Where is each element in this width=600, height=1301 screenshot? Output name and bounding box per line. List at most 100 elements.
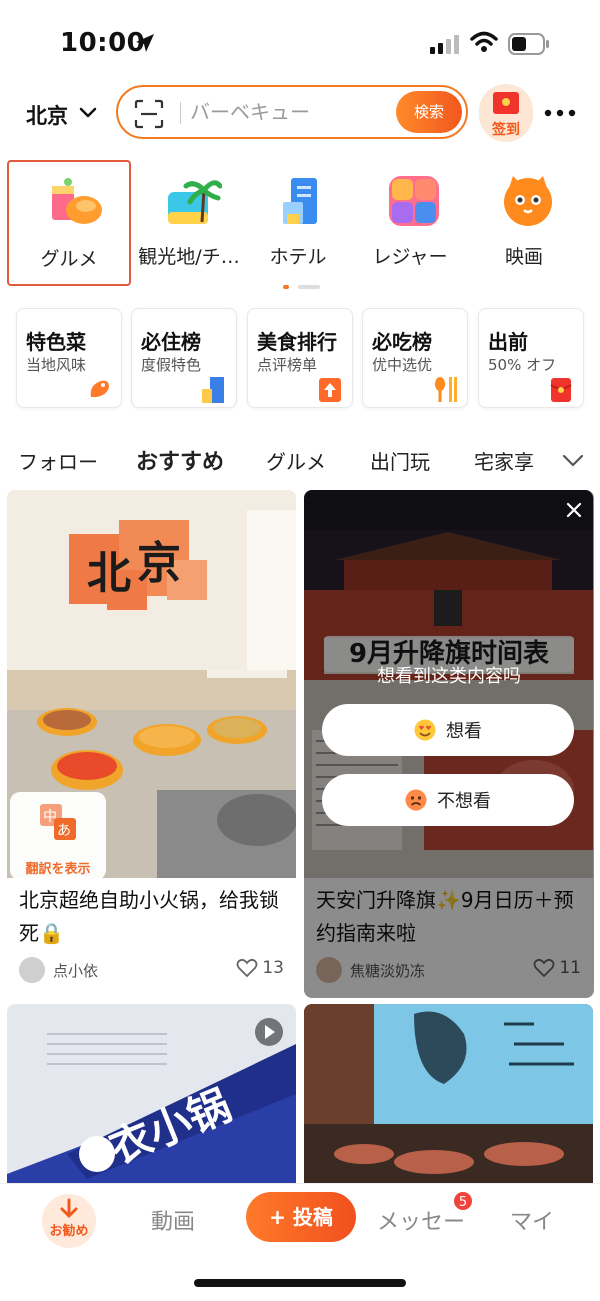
feed-card[interactable]: 北 京 北京超绝自助小火锅，给我锁死🔒 点小依 13 — [7, 490, 296, 998]
quick-card-subtitle: 50% オフ — [488, 356, 557, 374]
feed-card[interactable]: 衣小锅 — [7, 1004, 296, 1184]
quick-card-subtitle: 当地风味 — [26, 356, 87, 374]
search-bar[interactable]: 検索 — [116, 85, 468, 139]
down-arrow-icon — [60, 1198, 78, 1218]
signin-button[interactable]: 签到 — [479, 84, 533, 142]
heart-icon — [236, 958, 258, 978]
palm-tree-icon — [168, 180, 222, 224]
shrimp-icon — [90, 380, 109, 397]
tab-go-out[interactable]: 出门玩 — [370, 446, 430, 475]
quick-card-title: 出前 — [488, 330, 528, 354]
quick-card-title: 美食排行 — [257, 330, 337, 354]
post-label: 投稿 — [292, 1205, 333, 1229]
nav-messages[interactable]: メッセー — [377, 1204, 465, 1236]
status-time: 10:00 — [60, 28, 146, 58]
tab-label: フォロー — [18, 450, 98, 474]
tab-label: おすすめ — [136, 450, 225, 475]
feed-tabs: フォロー おすすめ グルメ 出门玩 宅家享 — [0, 440, 600, 484]
feed-card[interactable] — [304, 1004, 593, 1184]
status-bar: 10:00 — [0, 0, 600, 88]
cat-movie-icon — [504, 176, 552, 226]
want-to-see-button[interactable]: 想看 — [322, 704, 574, 756]
tab-gourmet[interactable]: グルメ — [266, 446, 326, 475]
post-title: 北京超绝自助小火锅，给我锁死🔒 — [19, 888, 279, 945]
tab-recommended[interactable]: おすすめ — [136, 444, 225, 480]
quick-card-must-eat[interactable]: 必吃榜 优中选优 — [362, 308, 468, 408]
quick-card-title: 必吃榜 — [372, 330, 432, 354]
battery-icon — [508, 33, 549, 55]
search-input[interactable] — [190, 98, 390, 126]
quick-card-delivery[interactable]: 出前 50% オフ — [478, 308, 584, 408]
not-interested-button[interactable]: 不想看 — [322, 774, 574, 826]
post-image — [304, 1004, 593, 1184]
quick-links: 特色菜 当地风味 必住榜 度假特色 美食排行 点评榜单 必吃榜 优中选优 出前 … — [0, 308, 600, 410]
category-label: ホテル — [269, 246, 327, 268]
svg-text:あ: あ — [57, 823, 71, 839]
scan-icon[interactable] — [134, 99, 164, 129]
tab-follow[interactable]: フォロー — [18, 446, 98, 475]
category-leisure[interactable]: レジャー — [348, 160, 472, 286]
nav-recommend[interactable]: お勧め — [42, 1194, 96, 1248]
category-sightseeing[interactable]: 観光地/チ… — [127, 160, 251, 286]
quick-card-subtitle: 点评榜单 — [257, 356, 318, 374]
location-arrow-icon — [136, 34, 154, 52]
nav-label: お勧め — [49, 1224, 89, 1239]
more-options-icon[interactable] — [544, 108, 576, 118]
quick-card-title: 特色菜 — [26, 330, 86, 354]
quick-card-must-stay[interactable]: 必住榜 度假特色 — [131, 308, 237, 408]
post-button[interactable]: + 投稿 — [246, 1192, 356, 1242]
search-divider — [180, 102, 181, 124]
like-count: 13 — [262, 958, 284, 978]
nav-video[interactable]: 動画 — [151, 1204, 195, 1236]
category-row: グルメ 観光地/チ… ホテル レジャー 映画 — [0, 160, 600, 290]
nav-mine[interactable]: マイ — [510, 1204, 554, 1236]
svg-text:北: 北 — [87, 548, 131, 599]
tab-stay-home[interactable]: 宅家享 — [474, 446, 534, 475]
category-hotel[interactable]: ホテル — [236, 160, 360, 286]
plus-icon: + — [269, 1205, 286, 1229]
overlay-prompt: 想看到这类内容吗 — [377, 666, 521, 687]
category-page-indicator — [283, 285, 321, 304]
chevron-down-icon[interactable] — [562, 452, 584, 468]
building-icon — [202, 377, 224, 403]
home-indicator[interactable] — [194, 1279, 406, 1287]
like-button[interactable]: 13 — [236, 958, 284, 978]
messages-badge: 5 — [452, 1190, 474, 1212]
wifi-icon — [470, 31, 498, 52]
post-author[interactable]: 点小依 — [19, 957, 98, 983]
quick-card-subtitle: 优中选优 — [372, 356, 433, 374]
want-label: 想看 — [446, 721, 482, 742]
category-gourmet[interactable]: グルメ — [7, 160, 131, 286]
search-button[interactable]: 検索 — [396, 91, 462, 133]
quick-card-specialty[interactable]: 特色菜 当地风味 — [16, 308, 122, 408]
signin-label: 签到 — [492, 122, 520, 138]
feedback-overlay: 想看到这类内容吗 想看 不想看 — [304, 490, 594, 998]
quick-card-title: 必住榜 — [141, 330, 201, 354]
author-name: 点小依 — [53, 961, 99, 980]
cellular-signal-icon — [430, 35, 459, 54]
tab-label: グルメ — [266, 450, 326, 474]
red-envelope-icon — [493, 92, 519, 114]
cutlery-icon — [435, 377, 457, 402]
chevron-down-icon[interactable] — [78, 102, 98, 122]
search-header: 北京 検索 签到 — [0, 84, 600, 144]
not-want-label: 不想看 — [437, 791, 491, 812]
quick-card-food-ranking[interactable]: 美食排行 点评榜单 — [247, 308, 353, 408]
rank-up-icon — [319, 378, 341, 402]
food-icon — [52, 178, 102, 224]
translate-label: 翻訳を表示 — [25, 862, 91, 877]
post-image: 衣小锅 — [7, 1004, 296, 1184]
translate-icon: 中 あ — [40, 804, 76, 840]
sad-face-emoji-icon — [405, 789, 427, 811]
category-movie[interactable]: 映画 — [462, 160, 586, 286]
translate-button[interactable]: 中 あ 翻訳を表示 — [10, 792, 106, 880]
tab-label: 宅家享 — [474, 450, 534, 474]
hotel-icon — [283, 178, 317, 224]
leisure-icon — [389, 176, 439, 226]
close-icon[interactable] — [566, 502, 582, 518]
city-selector[interactable]: 北京 — [26, 100, 68, 130]
category-label: 映画 — [504, 246, 543, 268]
tab-label: 出门玩 — [370, 450, 430, 474]
svg-text:京: 京 — [137, 538, 181, 589]
category-label: グルメ — [40, 248, 98, 270]
